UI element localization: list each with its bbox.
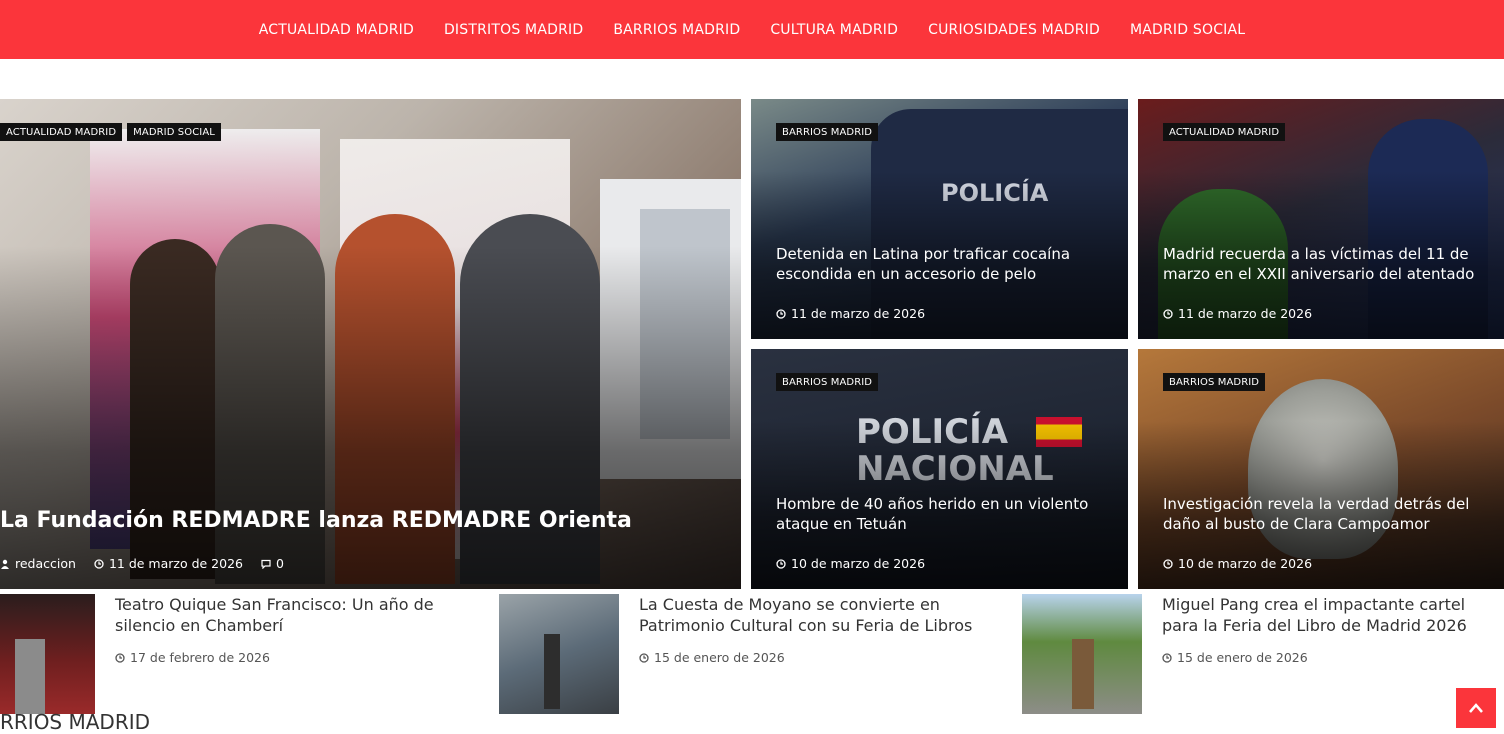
clock-icon <box>776 558 786 569</box>
nav-item-barrios[interactable]: BARRIOS MADRID <box>613 22 740 38</box>
user-icon <box>1 559 9 569</box>
small-post[interactable]: Teatro Quique San Francisco: Un año de s… <box>0 594 455 714</box>
grid-post[interactable]: BARRIOS MADRID Investigación revela la v… <box>1138 349 1504 589</box>
comments-meta[interactable]: 0 <box>261 556 284 571</box>
small-post-thumbnail[interactable] <box>499 594 619 714</box>
featured-post-overlay <box>0 246 741 589</box>
category-badge[interactable]: ACTUALIDAD MADRID <box>0 123 123 141</box>
grid-post-title[interactable]: Investigación revela la verdad detrás de… <box>1163 495 1493 534</box>
grid-post[interactable]: POLICÍA BARRIOS MADRID Detenida en Latin… <box>751 99 1128 339</box>
clock-icon <box>1163 308 1173 319</box>
small-post-title[interactable]: Miguel Pang crea el impactante cartel pa… <box>1162 594 1502 636</box>
featured-post[interactable]: ACTUALIDAD MADRID MADRID SOCIAL La Funda… <box>0 99 741 589</box>
post-date: 15 de enero de 2026 <box>1177 650 1308 665</box>
featured-post-categories: ACTUALIDAD MADRID MADRID SOCIAL <box>0 123 221 141</box>
post-date: 11 de marzo de 2026 <box>108 556 243 571</box>
grid-post-title[interactable]: Madrid recuerda a las víctimas del 11 de… <box>1163 245 1483 284</box>
comment-count: 0 <box>275 556 284 571</box>
post-date: 11 de marzo de 2026 <box>791 306 926 321</box>
small-post[interactable]: La Cuesta de Moyano se convierte en Patr… <box>499 594 999 714</box>
nav-item-actualidad[interactable]: ACTUALIDAD MADRID <box>259 22 414 38</box>
clock-icon <box>1162 652 1172 663</box>
clock-icon <box>776 308 786 319</box>
section-heading: RRIOS MADRID <box>0 710 151 734</box>
clock-icon <box>1163 558 1173 569</box>
nav-item-distritos[interactable]: DISTRITOS MADRID <box>444 22 583 38</box>
main-nav: ACTUALIDAD MADRID DISTRITOS MADRID BARRI… <box>0 0 1504 59</box>
nav-item-social[interactable]: MADRID SOCIAL <box>1130 22 1245 38</box>
comment-icon <box>261 559 271 569</box>
category-badge[interactable]: ACTUALIDAD MADRID <box>1163 123 1286 141</box>
small-post-thumbnail[interactable] <box>1022 594 1142 714</box>
grid-post[interactable]: ACTUALIDAD MADRID Madrid recuerda a las … <box>1138 99 1504 339</box>
post-date: 11 de marzo de 2026 <box>1178 306 1313 321</box>
nav-item-cultura[interactable]: CULTURA MADRID <box>770 22 898 38</box>
clock-icon <box>94 558 104 569</box>
category-badge[interactable]: BARRIOS MADRID <box>776 123 879 141</box>
post-date: 10 de marzo de 2026 <box>791 556 926 571</box>
post-date: 17 de febrero de 2026 <box>130 650 270 665</box>
post-date: 10 de marzo de 2026 <box>1178 556 1313 571</box>
grid-post-title[interactable]: Detenida en Latina por traficar cocaína … <box>776 245 1096 284</box>
post-date: 15 de enero de 2026 <box>654 650 785 665</box>
small-post-thumbnail[interactable] <box>0 594 95 714</box>
small-post[interactable]: Miguel Pang crea el impactante cartel pa… <box>1022 594 1502 714</box>
grid-post[interactable]: POLICÍANACIONAL BARRIOS MADRID Hombre de… <box>751 349 1128 589</box>
category-badge[interactable]: BARRIOS MADRID <box>776 373 879 391</box>
featured-post-title[interactable]: La Fundación REDMADRE lanza REDMADRE Ori… <box>0 507 632 536</box>
author-meta[interactable]: redaccion <box>0 556 76 571</box>
small-post-title[interactable]: Teatro Quique San Francisco: Un año de s… <box>115 594 455 636</box>
nav-item-curiosidades[interactable]: CURIOSIDADES MADRID <box>928 22 1100 38</box>
clock-icon <box>115 652 125 663</box>
featured-post-meta: redaccion 11 de marzo de 2026 0 <box>0 556 284 571</box>
chevron-up-icon <box>1469 703 1483 713</box>
small-post-title[interactable]: La Cuesta de Moyano se convierte en Patr… <box>639 594 999 636</box>
category-badge[interactable]: BARRIOS MADRID <box>1163 373 1266 391</box>
clock-icon <box>639 652 649 663</box>
date-meta: 11 de marzo de 2026 <box>94 556 243 571</box>
scroll-to-top-button[interactable] <box>1456 688 1496 728</box>
author-name: redaccion <box>15 556 76 571</box>
category-badge[interactable]: MADRID SOCIAL <box>127 123 221 141</box>
grid-post-title[interactable]: Hombre de 40 años herido en un violento … <box>776 495 1096 534</box>
